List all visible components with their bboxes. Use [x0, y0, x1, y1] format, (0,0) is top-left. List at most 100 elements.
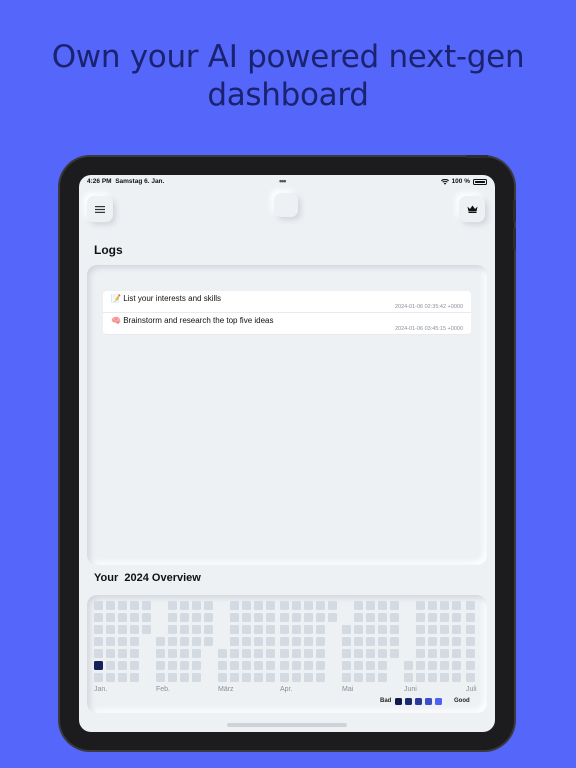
day-cell[interactable] [106, 661, 115, 670]
day-cell[interactable] [292, 613, 301, 622]
day-cell[interactable] [466, 649, 475, 658]
day-cell[interactable] [204, 637, 213, 646]
day-cell[interactable] [254, 613, 263, 622]
day-cell[interactable] [118, 649, 127, 658]
day-cell[interactable] [428, 661, 437, 670]
day-cell[interactable] [452, 637, 461, 646]
day-cell[interactable] [230, 649, 239, 658]
day-cell[interactable] [142, 613, 151, 622]
day-cell[interactable] [142, 625, 151, 634]
day-cell[interactable] [452, 649, 461, 658]
day-cell[interactable] [266, 613, 275, 622]
day-cell[interactable] [254, 625, 263, 634]
day-cell[interactable] [280, 649, 289, 658]
day-cell[interactable] [94, 601, 103, 610]
day-cell[interactable] [466, 625, 475, 634]
day-cell[interactable] [242, 613, 251, 622]
day-cell[interactable] [416, 637, 425, 646]
day-cell[interactable] [440, 625, 449, 634]
day-cell[interactable] [466, 613, 475, 622]
day-cell[interactable] [204, 625, 213, 634]
day-cell[interactable] [204, 613, 213, 622]
day-cell[interactable] [428, 649, 437, 658]
day-cell[interactable] [230, 673, 239, 682]
day-cell[interactable] [354, 613, 363, 622]
day-cell[interactable] [168, 661, 177, 670]
day-cell[interactable] [316, 673, 325, 682]
center-tile-button[interactable] [274, 193, 298, 217]
day-cell[interactable] [378, 637, 387, 646]
day-cell[interactable] [440, 637, 449, 646]
day-cell[interactable] [242, 661, 251, 670]
day-cell[interactable] [440, 673, 449, 682]
day-cell[interactable] [354, 673, 363, 682]
day-cell[interactable] [94, 673, 103, 682]
day-cell[interactable] [378, 601, 387, 610]
day-cell[interactable] [280, 661, 289, 670]
day-cell[interactable] [316, 601, 325, 610]
day-cell[interactable] [254, 637, 263, 646]
day-cell[interactable] [192, 673, 201, 682]
day-cell[interactable] [192, 661, 201, 670]
day-cell[interactable] [242, 637, 251, 646]
day-cell[interactable] [440, 613, 449, 622]
home-indicator[interactable] [227, 723, 347, 727]
day-cell[interactable] [254, 661, 263, 670]
day-cell[interactable] [342, 661, 351, 670]
day-cell[interactable] [304, 601, 313, 610]
day-cell[interactable] [230, 661, 239, 670]
day-cell[interactable] [242, 625, 251, 634]
day-cell[interactable] [416, 649, 425, 658]
day-cell[interactable] [452, 601, 461, 610]
day-cell[interactable] [354, 661, 363, 670]
day-cell[interactable] [466, 637, 475, 646]
day-cell[interactable] [266, 601, 275, 610]
day-cell[interactable] [342, 637, 351, 646]
day-cell[interactable] [404, 673, 413, 682]
day-cell[interactable] [156, 673, 165, 682]
day-cell[interactable] [266, 637, 275, 646]
day-cell[interactable] [280, 673, 289, 682]
day-cell[interactable] [180, 601, 189, 610]
day-cell[interactable] [118, 661, 127, 670]
day-cell[interactable] [440, 601, 449, 610]
day-cell[interactable] [118, 673, 127, 682]
day-cell[interactable] [354, 625, 363, 634]
log-item[interactable]: 📝 List your interests and skills 2024-01… [103, 291, 471, 313]
day-cell[interactable] [106, 637, 115, 646]
day-cell[interactable] [230, 637, 239, 646]
day-cell[interactable] [354, 649, 363, 658]
day-cell[interactable] [390, 613, 399, 622]
day-cell[interactable] [292, 673, 301, 682]
day-cell[interactable] [328, 613, 337, 622]
day-cell[interactable] [416, 673, 425, 682]
day-cell[interactable] [390, 601, 399, 610]
day-cell[interactable] [130, 649, 139, 658]
day-cell[interactable] [204, 601, 213, 610]
day-cell[interactable] [242, 673, 251, 682]
day-cell[interactable] [180, 637, 189, 646]
day-cell[interactable] [342, 673, 351, 682]
day-cell[interactable] [390, 649, 399, 658]
day-cell[interactable] [192, 637, 201, 646]
day-cell[interactable] [230, 601, 239, 610]
day-cell[interactable] [168, 649, 177, 658]
day-cell[interactable] [316, 649, 325, 658]
day-cell[interactable] [180, 649, 189, 658]
day-cell[interactable] [168, 613, 177, 622]
day-cell[interactable] [366, 601, 375, 610]
day-cell[interactable] [304, 625, 313, 634]
day-cell[interactable] [452, 661, 461, 670]
day-cell[interactable] [366, 649, 375, 658]
day-cell[interactable] [378, 661, 387, 670]
day-cell[interactable] [316, 637, 325, 646]
day-cell[interactable] [118, 637, 127, 646]
day-cell[interactable] [292, 649, 301, 658]
day-cell[interactable] [466, 673, 475, 682]
day-cell[interactable] [180, 673, 189, 682]
day-cell[interactable] [280, 625, 289, 634]
day-cell[interactable] [192, 601, 201, 610]
day-cell[interactable] [440, 661, 449, 670]
day-cell[interactable] [428, 637, 437, 646]
day-cell[interactable] [130, 637, 139, 646]
